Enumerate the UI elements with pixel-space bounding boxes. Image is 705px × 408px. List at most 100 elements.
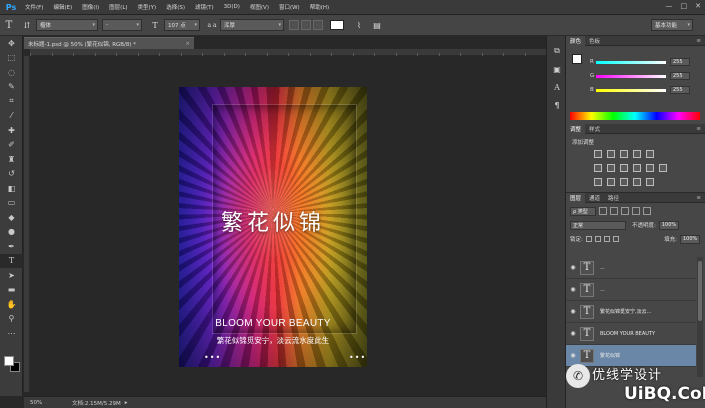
type-tool-icon[interactable]: T bbox=[0, 253, 23, 268]
font-size-select[interactable]: 107 点 ▾ bbox=[164, 19, 200, 31]
red-slider[interactable]: R 255 bbox=[590, 58, 702, 66]
document-canvas[interactable]: 繁花似锦 BLOOM YOUR BEAUTY 繁花似锦觅安宁，淡云流水度此生 •… bbox=[179, 87, 367, 367]
minimize-button[interactable]: — bbox=[666, 2, 673, 10]
text-color-swatch[interactable] bbox=[330, 20, 344, 30]
scrollbar-thumb[interactable] bbox=[698, 261, 702, 321]
blue-value[interactable]: 255 bbox=[670, 86, 690, 94]
align-right-button[interactable] bbox=[313, 20, 323, 30]
brightness-icon[interactable] bbox=[594, 150, 602, 158]
type-tool-icon[interactable]: T bbox=[0, 20, 18, 31]
crop-tool-icon[interactable]: ⌗ bbox=[0, 94, 23, 109]
invert-icon[interactable] bbox=[594, 178, 602, 186]
blue-slider[interactable]: B 255 bbox=[590, 86, 702, 94]
visibility-eye-icon[interactable]: ◉ bbox=[566, 330, 580, 337]
filter-smart-icon[interactable] bbox=[643, 207, 651, 215]
lock-image-icon[interactable] bbox=[594, 236, 601, 242]
pen-tool-icon[interactable]: ✒ bbox=[0, 239, 23, 254]
color-spectrum[interactable] bbox=[570, 112, 700, 120]
layer-row[interactable]: ◉ T ... bbox=[566, 279, 696, 301]
layer-filter-select[interactable]: ρ 类型 bbox=[570, 206, 596, 216]
green-slider[interactable]: G 255 bbox=[590, 72, 702, 80]
menu-3d[interactable]: 3D(D) bbox=[219, 4, 245, 10]
move-tool-icon[interactable]: ✥ bbox=[0, 36, 23, 51]
black-white-icon[interactable] bbox=[620, 164, 628, 172]
maximize-button[interactable]: □ bbox=[681, 2, 688, 10]
foreground-color-swatch[interactable] bbox=[4, 356, 14, 366]
zoom-tool-icon[interactable]: ⚲ bbox=[0, 312, 23, 327]
tab-swatches[interactable]: 色板 bbox=[585, 36, 604, 46]
menu-select[interactable]: 选择(S) bbox=[161, 3, 190, 11]
panel-menu-icon[interactable]: ≡ bbox=[696, 126, 701, 132]
menu-view[interactable]: 视图(V) bbox=[245, 3, 274, 11]
zoom-level[interactable]: 50% bbox=[24, 400, 52, 406]
paragraph-panel-icon[interactable]: ¶ bbox=[547, 96, 567, 114]
menu-edit[interactable]: 编辑(E) bbox=[48, 3, 77, 11]
close-tab-icon[interactable]: × bbox=[185, 41, 190, 47]
color-lookup-icon[interactable] bbox=[659, 164, 667, 172]
photo-filter-icon[interactable] bbox=[633, 164, 641, 172]
gradient-map-icon[interactable] bbox=[633, 178, 641, 186]
stamp-tool-icon[interactable]: ♜ bbox=[0, 152, 23, 167]
curves-icon[interactable] bbox=[620, 150, 628, 158]
panel-menu-icon[interactable]: ≡ bbox=[696, 38, 701, 44]
marquee-tool-icon[interactable]: ⬚ bbox=[0, 51, 23, 66]
menu-help[interactable]: 帮助(H) bbox=[305, 3, 334, 11]
brush-tool-icon[interactable]: ✐ bbox=[0, 138, 23, 153]
blur-tool-icon[interactable]: ◆ bbox=[0, 210, 23, 225]
history-panel-icon[interactable]: ⧉ bbox=[547, 42, 567, 60]
character-panel-icon[interactable]: ▤ bbox=[368, 21, 386, 30]
text-orientation-icon[interactable]: ⇵ bbox=[18, 21, 36, 30]
selective-color-icon[interactable] bbox=[646, 178, 654, 186]
artwork-subtitle[interactable]: BLOOM YOUR BEAUTY bbox=[179, 318, 367, 329]
menu-filter[interactable]: 滤镜(T) bbox=[190, 3, 219, 11]
menu-layer[interactable]: 图层(L) bbox=[104, 3, 132, 11]
green-value[interactable]: 255 bbox=[670, 72, 690, 80]
filter-shape-icon[interactable] bbox=[632, 207, 640, 215]
menu-window[interactable]: 窗口(W) bbox=[274, 3, 305, 11]
channel-mixer-icon[interactable] bbox=[646, 164, 654, 172]
visibility-eye-icon[interactable]: ◉ bbox=[566, 308, 580, 315]
align-left-button[interactable] bbox=[289, 20, 299, 30]
tab-paths[interactable]: 路径 bbox=[604, 193, 623, 203]
document-tab[interactable]: 未标题-1.psd @ 50% (繁花似锦, RGB/8) * × bbox=[24, 37, 194, 49]
tab-adjustments[interactable]: 调整 bbox=[566, 123, 586, 134]
shape-tool-icon[interactable]: ▬ bbox=[0, 283, 23, 298]
quick-select-tool-icon[interactable]: ✎ bbox=[0, 80, 23, 95]
workspace-select[interactable]: 基本功能 ▾ bbox=[651, 19, 693, 31]
color-balance-icon[interactable] bbox=[607, 164, 615, 172]
history-brush-tool-icon[interactable]: ↺ bbox=[0, 167, 23, 182]
tab-styles[interactable]: 样式 bbox=[585, 124, 604, 134]
artwork-title[interactable]: 繁花似锦 bbox=[179, 205, 367, 237]
opacity-input[interactable]: 100% bbox=[658, 220, 679, 230]
exposure-icon[interactable] bbox=[633, 150, 641, 158]
close-button[interactable]: ✕ bbox=[695, 2, 701, 10]
eraser-tool-icon[interactable]: ◧ bbox=[0, 181, 23, 196]
tab-channels[interactable]: 通道 bbox=[585, 193, 604, 203]
path-select-tool-icon[interactable]: ➤ bbox=[0, 268, 23, 283]
lock-all-icon[interactable] bbox=[612, 236, 619, 242]
lasso-tool-icon[interactable]: ◌ bbox=[0, 65, 23, 80]
artwork-tagline[interactable]: 繁花似锦觅安宁，淡云流水度此生 bbox=[179, 335, 367, 346]
filter-type-icon[interactable] bbox=[621, 207, 629, 215]
red-value[interactable]: 255 bbox=[670, 58, 690, 66]
menu-image[interactable]: 图像(I) bbox=[77, 3, 104, 11]
hue-saturation-icon[interactable] bbox=[594, 164, 602, 172]
dodge-tool-icon[interactable]: ● bbox=[0, 225, 23, 240]
lock-transparent-icon[interactable] bbox=[585, 236, 592, 242]
align-center-button[interactable] bbox=[301, 20, 311, 30]
menu-file[interactable]: 文件(F) bbox=[20, 3, 48, 11]
visibility-eye-icon[interactable]: ◉ bbox=[566, 264, 580, 271]
panel-menu-icon[interactable]: ≡ bbox=[696, 195, 701, 201]
warp-text-icon[interactable]: ⌇ bbox=[350, 21, 368, 30]
visibility-eye-icon[interactable]: ◉ bbox=[566, 286, 580, 293]
threshold-icon[interactable] bbox=[620, 178, 628, 186]
layer-row[interactable]: ◉ T BLOOM YOUR BEAUTY bbox=[566, 323, 696, 345]
tab-layers[interactable]: 图层 bbox=[566, 192, 586, 203]
color-panel-foreground[interactable] bbox=[572, 54, 582, 64]
antialias-select[interactable]: 浑厚 ▾ bbox=[220, 19, 284, 31]
character-panel-icon[interactable]: A bbox=[547, 78, 567, 96]
fill-input[interactable]: 100% bbox=[680, 234, 700, 244]
eyedropper-tool-icon[interactable]: ⁄ bbox=[0, 109, 23, 124]
more-tools-icon[interactable]: ⋯ bbox=[0, 326, 23, 341]
levels-icon[interactable] bbox=[607, 150, 615, 158]
